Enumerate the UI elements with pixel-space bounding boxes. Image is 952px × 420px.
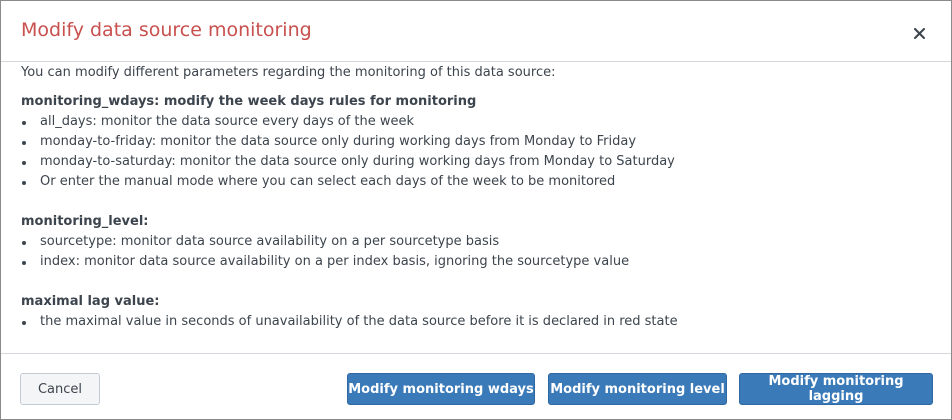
- option-list: sourcetype: monitor data source availabi…: [21, 232, 933, 272]
- modify-monitoring-level-button[interactable]: Modify monitoring level: [548, 373, 727, 405]
- list-item: Or enter the manual mode where you can s…: [21, 172, 933, 192]
- option-list: all_days: monitor the data source every …: [21, 112, 933, 192]
- close-button[interactable]: [906, 20, 932, 46]
- modify-monitoring-wdays-button[interactable]: Modify monitoring wdays: [347, 373, 535, 405]
- dialog-body: You can modify different parameters rega…: [21, 63, 933, 332]
- section-monitoring-wdays: monitoring_wdays: modify the week days r…: [21, 92, 933, 192]
- modify-monitoring-lagging-button[interactable]: Modify monitoring lagging: [739, 373, 933, 405]
- dialog-header: Modify data source monitoring: [1, 1, 951, 62]
- list-item: sourcetype: monitor data source availabi…: [21, 232, 933, 252]
- list-item: all_days: monitor the data source every …: [21, 112, 933, 132]
- list-item: monday-to-saturday: monitor the data sou…: [21, 152, 933, 172]
- cancel-button[interactable]: Cancel: [20, 373, 100, 405]
- dialog-title: Modify data source monitoring: [21, 19, 312, 41]
- section-maximal-lag: maximal lag value: the maximal value in …: [21, 292, 933, 332]
- list-item: index: monitor data source availability …: [21, 252, 933, 272]
- list-item: the maximal value in seconds of unavaila…: [21, 312, 933, 332]
- section-title: monitoring_level:: [21, 214, 149, 229]
- close-icon: [913, 27, 925, 39]
- dialog-footer: Cancel Modify monitoring wdays Modify mo…: [1, 353, 951, 419]
- section-monitoring-level: monitoring_level: sourcetype: monitor da…: [21, 212, 933, 272]
- section-title: maximal lag value:: [21, 294, 160, 309]
- list-item: monday-to-friday: monitor the data sourc…: [21, 132, 933, 152]
- option-list: the maximal value in seconds of unavaila…: [21, 312, 933, 332]
- intro-text: You can modify different parameters rega…: [21, 65, 556, 80]
- section-title: monitoring_wdays: modify the week days r…: [21, 94, 477, 109]
- modify-data-source-monitoring-dialog: Modify data source monitoring You can mo…: [0, 0, 952, 420]
